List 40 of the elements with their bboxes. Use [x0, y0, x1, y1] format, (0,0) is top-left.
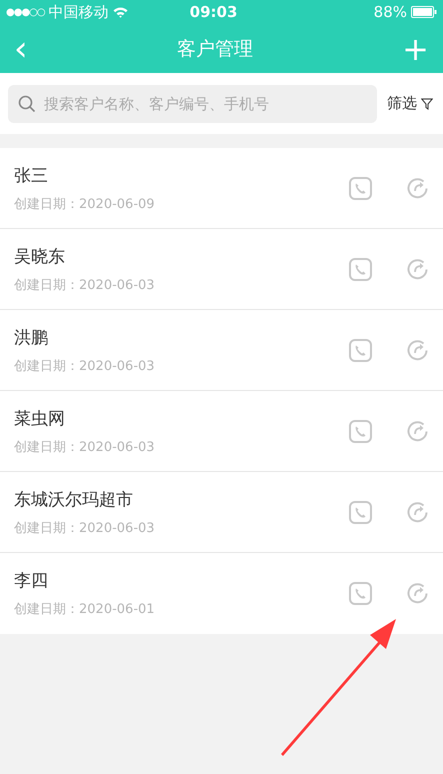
phone-icon[interactable] — [349, 176, 372, 200]
phone-icon[interactable] — [349, 258, 372, 280]
created-date: 创建日期：2020-06-03 — [14, 520, 156, 536]
customer-name: 吴晓东 — [14, 246, 66, 268]
battery-percent: 88% — [374, 3, 407, 21]
follow-up-icon[interactable] — [406, 420, 429, 442]
clock-time: 09:03 — [190, 3, 238, 21]
filter-icon — [421, 98, 433, 110]
created-date: 创建日期：2020-06-01 — [14, 601, 156, 618]
page-title: 客户管理 — [176, 36, 253, 62]
customer-name: 菜虫网 — [14, 408, 66, 430]
follow-up-icon[interactable] — [406, 500, 429, 524]
customer-row[interactable]: 菜虫网 创建日期：2020-06-03 — [0, 391, 443, 472]
customer-row[interactable]: 张三 创建日期：2020-06-09 — [0, 148, 443, 229]
follow-up-icon[interactable] — [406, 258, 429, 280]
customer-name: 东城沃尔玛超市 — [14, 488, 134, 510]
customer-row[interactable]: 东城沃尔玛超市 创建日期：2020-06-03 — [0, 472, 443, 553]
customer-name: 李四 — [14, 570, 49, 592]
customer-row[interactable]: 李四 创建日期：2020-06-01 — [0, 553, 443, 634]
follow-up-icon[interactable] — [406, 176, 429, 200]
wifi-icon — [112, 6, 128, 18]
customer-name: 洪鹏 — [14, 326, 49, 348]
filter-button[interactable]: 筛选 — [385, 92, 435, 115]
created-date: 创建日期：2020-06-03 — [14, 358, 156, 374]
follow-up-icon[interactable] — [406, 582, 429, 605]
customer-row[interactable]: 洪鹏 创建日期：2020-06-03 — [0, 310, 443, 391]
phone-icon[interactable] — [349, 500, 372, 524]
battery-icon — [411, 6, 437, 18]
created-date: 创建日期：2020-06-03 — [14, 438, 156, 456]
phone-icon[interactable] — [349, 420, 372, 442]
carrier-name: 中国移动 — [48, 2, 109, 22]
phone-icon[interactable] — [349, 338, 372, 362]
follow-up-icon[interactable] — [406, 338, 429, 362]
created-date: 创建日期：2020-06-09 — [14, 196, 156, 212]
created-date: 创建日期：2020-06-03 — [14, 276, 156, 294]
customer-row[interactable]: 吴晓东 创建日期：2020-06-03 — [0, 229, 443, 310]
search-field[interactable]: 搜索客户名称、客户编号、手机号 — [8, 84, 377, 122]
signal-dots: ●●●○○ — [6, 6, 45, 18]
phone-icon[interactable] — [349, 582, 372, 605]
customer-name: 张三 — [14, 164, 49, 186]
